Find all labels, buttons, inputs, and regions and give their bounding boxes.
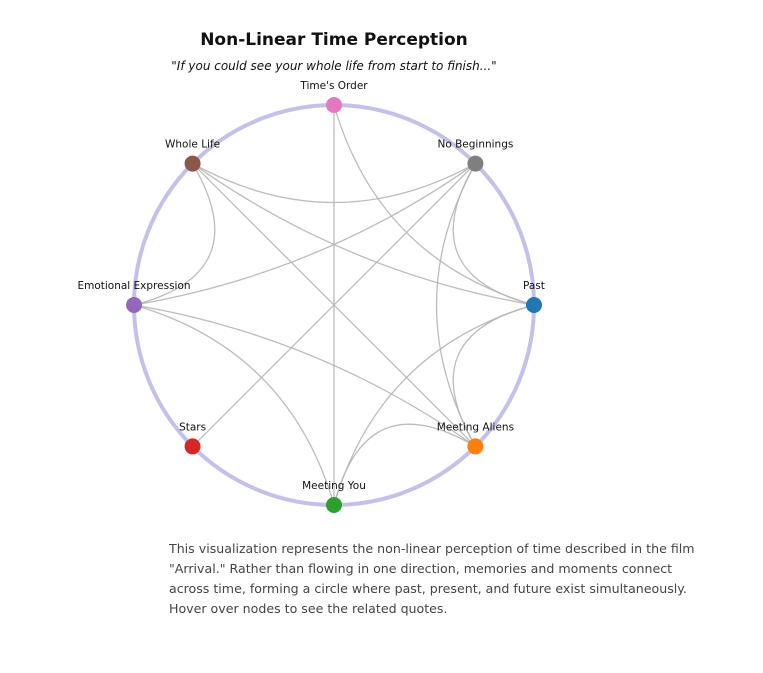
node-meeting-you-label: Meeting You	[302, 480, 366, 492]
node-stars-label: Stars	[179, 421, 206, 433]
node-times-order-dot[interactable]	[326, 97, 342, 113]
node-meeting-aliens-dot[interactable]	[467, 438, 484, 455]
diagram-title: Non-Linear Time Perception	[200, 30, 468, 50]
node-stars-dot[interactable]	[184, 438, 201, 455]
node-emotional-expression-dot[interactable]	[126, 297, 142, 313]
node-whole-life-label: Whole Life	[165, 139, 220, 151]
node-no-beginnings[interactable]: No Beginnings	[437, 139, 513, 172]
node-no-beginnings-label: No Beginnings	[437, 139, 513, 151]
node-meeting-aliens[interactable]: Meeting Aliens	[437, 421, 514, 455]
node-past-dot[interactable]	[526, 297, 542, 313]
node-no-beginnings-dot[interactable]	[467, 155, 484, 172]
node-meeting-you-dot[interactable]	[326, 497, 342, 513]
node-whole-life-dot[interactable]	[184, 155, 201, 172]
diagram-subtitle: "If you could see your whole life from s…	[171, 59, 496, 73]
node-times-order-label: Time's Order	[299, 80, 368, 92]
node-past-label: Past	[523, 280, 545, 292]
node-meeting-aliens-label: Meeting Aliens	[437, 421, 514, 433]
description-text: This visualization represents the non-li…	[169, 541, 695, 616]
node-emotional-expression-label: Emotional Expression	[77, 280, 190, 292]
node-whole-life[interactable]: Whole Life	[165, 139, 220, 172]
time-circle-diagram: Non-Linear Time Perception "If you could…	[77, 30, 545, 513]
